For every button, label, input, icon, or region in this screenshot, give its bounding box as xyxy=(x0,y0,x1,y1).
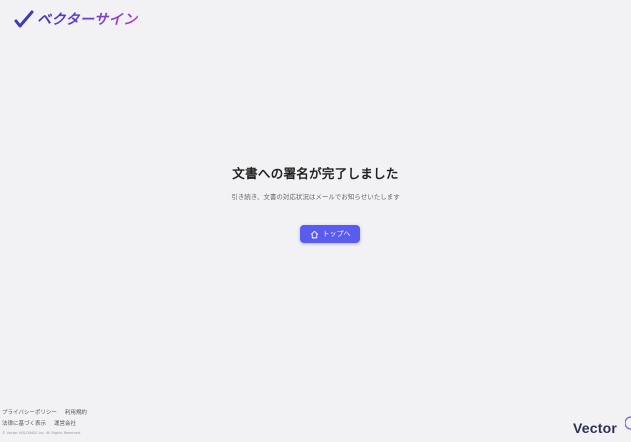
completion-panel: 文書への署名が完了しました 引き続き、文書の対応状況はメールでお知らせいたします xyxy=(0,163,631,201)
notification-message: 引き続き、文書の対応状況はメールでお知らせいたします xyxy=(231,193,400,201)
page-title: 文書への署名が完了しました xyxy=(232,166,399,181)
logo-text: ベクターサイン xyxy=(37,9,138,29)
logo[interactable]: ベクターサイン xyxy=(14,9,138,29)
footer-link-company[interactable]: 運営会社 xyxy=(54,421,76,427)
footer-link-legal-notice[interactable]: 法律に基づく表示 xyxy=(2,421,46,427)
pen-stroke-icon xyxy=(14,10,34,28)
vector-brand-logo: Vector xyxy=(573,420,617,436)
footer-link-privacy-policy[interactable]: プライバシーポリシー xyxy=(2,410,57,416)
top-page-button-label: トップへ xyxy=(322,230,351,238)
footer-link-terms[interactable]: 利用規約 xyxy=(65,410,87,416)
footer: プライバシーポリシー 利用規約 法律に基づく表示 運営会社 © Vector HOL… xyxy=(2,408,95,436)
home-icon xyxy=(310,230,318,238)
top-page-button[interactable]: トップへ xyxy=(300,225,360,243)
help-icon[interactable] xyxy=(625,416,631,430)
copyright: © Vector HOLDINGS Inc. All Rights Reserv… xyxy=(2,431,82,435)
